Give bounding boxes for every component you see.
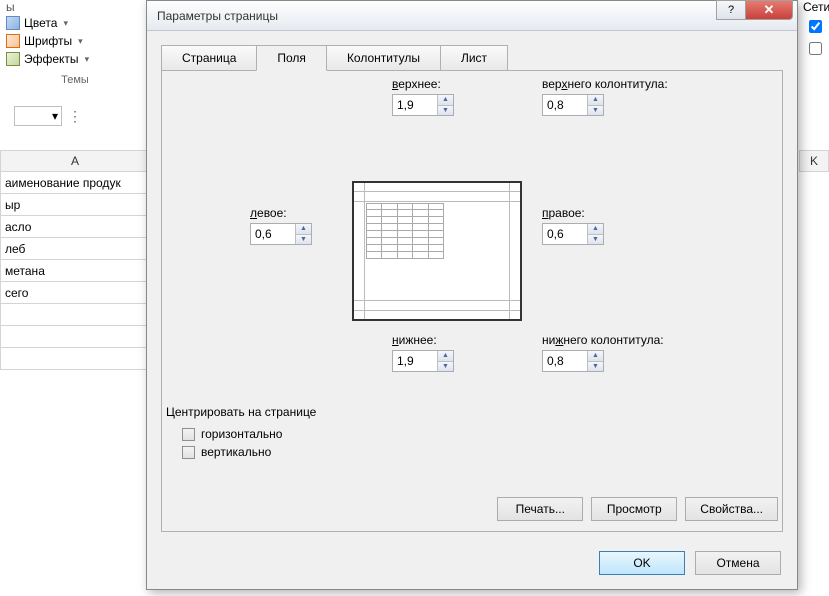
bottom-margin-spinner[interactable]: ▲▼ bbox=[392, 350, 454, 372]
spinner-down-icon[interactable]: ▼ bbox=[438, 362, 453, 372]
center-on-page-title: Центрировать на странице bbox=[166, 405, 316, 419]
colors-icon bbox=[6, 16, 20, 30]
cell[interactable]: леб bbox=[0, 238, 150, 260]
spinner-up-icon[interactable]: ▲ bbox=[588, 351, 603, 362]
cell[interactable]: метана bbox=[0, 260, 150, 282]
gridlines-print-checkbox[interactable] bbox=[805, 39, 829, 58]
effects-icon bbox=[6, 52, 20, 66]
cell[interactable] bbox=[0, 304, 150, 326]
top-margin-field: вверхнее:ерхнее: ▲▼ bbox=[392, 77, 454, 116]
top-margin-input[interactable] bbox=[393, 95, 437, 115]
chevron-down-icon: ▾ bbox=[85, 54, 90, 65]
header-margin-input[interactable] bbox=[543, 95, 587, 115]
ribbon-leftover-text: ы bbox=[0, 0, 150, 14]
spinner-up-icon[interactable]: ▲ bbox=[296, 224, 311, 235]
left-margin-spinner[interactable]: ▲▼ bbox=[250, 223, 312, 245]
spinner-up-icon[interactable]: ▲ bbox=[588, 224, 603, 235]
dialog-title: Параметры страницы bbox=[157, 9, 278, 23]
spinner-up-icon[interactable]: ▲ bbox=[438, 351, 453, 362]
tab-page[interactable]: Страница bbox=[161, 45, 257, 71]
top-margin-label: вверхнее:ерхнее: bbox=[392, 77, 454, 91]
header-margin-spinner[interactable]: ▲▼ bbox=[542, 94, 604, 116]
preview-button[interactable]: Просмотр bbox=[591, 497, 677, 521]
left-margin-label: левое: bbox=[250, 206, 312, 220]
close-button[interactable]: ✕ bbox=[745, 0, 793, 20]
fonts-label: Шрифты bbox=[24, 34, 72, 48]
column-header-a[interactable]: A bbox=[0, 150, 150, 172]
right-margin-spinner[interactable]: ▲▼ bbox=[542, 223, 604, 245]
tab-margins[interactable]: Поля bbox=[256, 45, 327, 71]
cell[interactable] bbox=[0, 348, 150, 370]
fonts-dropdown[interactable]: Шрифты ▾ bbox=[0, 32, 150, 50]
top-margin-spinner[interactable]: ▲▼ bbox=[392, 94, 454, 116]
checkbox-icon bbox=[182, 428, 195, 441]
dialog-tabs: Страница Поля Колонтитулы Лист bbox=[161, 45, 797, 71]
effects-label: Эффекты bbox=[24, 52, 79, 66]
worksheet-left-column: A аименование продук ыр асло леб метана … bbox=[0, 150, 150, 370]
ribbon-themes-group: ы Цвета ▾ Шрифты ▾ Эффекты ▾ Темы ▾ ⋮ bbox=[0, 0, 150, 126]
center-vertical-label: вертикально bbox=[201, 445, 271, 459]
fonts-icon bbox=[6, 34, 20, 48]
ribbon-small-dropdown[interactable]: ▾ ⋮ bbox=[14, 106, 150, 126]
effects-dropdown[interactable]: Эффекты ▾ bbox=[0, 50, 150, 68]
center-horizontal-checkbox[interactable]: горизонтально bbox=[182, 427, 316, 441]
cancel-button[interactable]: Отмена bbox=[695, 551, 781, 575]
chevron-down-icon: ▾ bbox=[63, 18, 68, 29]
dialog-footer-buttons: OK Отмена bbox=[599, 551, 781, 575]
column-header-k[interactable]: K bbox=[799, 150, 829, 172]
right-margin-field: правое: ▲▼ bbox=[542, 206, 604, 245]
right-margin-label: правое: bbox=[542, 206, 604, 220]
print-button[interactable]: Печать... bbox=[497, 497, 583, 521]
bottom-margin-input[interactable] bbox=[393, 351, 437, 371]
ok-button[interactable]: OK bbox=[599, 551, 685, 575]
gridlines-label: Сети bbox=[799, 0, 829, 14]
panel-action-buttons: Печать... Просмотр Свойства... bbox=[497, 497, 778, 521]
tab-headers-footers[interactable]: Колонтитулы bbox=[326, 45, 441, 71]
page-setup-dialog: Параметры страницы ? ✕ Страница Поля Кол… bbox=[146, 0, 798, 590]
options-button[interactable]: Свойства... bbox=[685, 497, 778, 521]
bottom-margin-field: нижнее: ▲▼ bbox=[392, 333, 454, 372]
center-on-page-section: Центрировать на странице горизонтально в… bbox=[166, 405, 316, 463]
left-margin-field: левое: ▲▼ bbox=[250, 206, 312, 245]
footer-margin-input[interactable] bbox=[543, 351, 587, 371]
cell[interactable]: сего bbox=[0, 282, 150, 304]
footer-margin-spinner[interactable]: ▲▼ bbox=[542, 350, 604, 372]
spinner-down-icon[interactable]: ▼ bbox=[296, 235, 311, 245]
footer-margin-field: нижнего колонтитула: ▲▼ bbox=[542, 333, 664, 372]
tab-sheet[interactable]: Лист bbox=[440, 45, 508, 71]
gridlines-view-checkbox[interactable] bbox=[805, 17, 829, 36]
cell[interactable] bbox=[0, 326, 150, 348]
chevron-down-icon: ▾ bbox=[52, 109, 58, 123]
help-button[interactable]: ? bbox=[716, 0, 746, 20]
header-margin-field: верхнего колонтитула: ▲▼ bbox=[542, 77, 668, 116]
colors-dropdown[interactable]: Цвета ▾ bbox=[0, 14, 150, 32]
cell[interactable]: ыр bbox=[0, 194, 150, 216]
ribbon-gridlines-group: Сети bbox=[799, 0, 829, 61]
preview-mini-grid bbox=[366, 203, 444, 265]
cell[interactable]: асло bbox=[0, 216, 150, 238]
dialog-titlebar[interactable]: Параметры страницы ? ✕ bbox=[147, 1, 797, 31]
center-vertical-checkbox[interactable]: вертикально bbox=[182, 445, 316, 459]
spinner-down-icon[interactable]: ▼ bbox=[588, 235, 603, 245]
spinner-up-icon[interactable]: ▲ bbox=[438, 95, 453, 106]
right-margin-input[interactable] bbox=[543, 224, 587, 244]
header-margin-label: верхнего колонтитула: bbox=[542, 77, 668, 91]
page-preview bbox=[352, 181, 522, 321]
spinner-up-icon[interactable]: ▲ bbox=[588, 95, 603, 106]
cell[interactable]: аименование продук bbox=[0, 172, 150, 194]
checkbox-icon bbox=[182, 446, 195, 459]
themes-group-label: Темы bbox=[0, 74, 150, 86]
center-horizontal-label: горизонтально bbox=[201, 427, 282, 441]
ellipsis-icon: ⋮ bbox=[68, 108, 82, 125]
spinner-down-icon[interactable]: ▼ bbox=[438, 106, 453, 116]
bottom-margin-label: нижнее: bbox=[392, 333, 454, 347]
colors-label: Цвета bbox=[24, 16, 57, 30]
spinner-down-icon[interactable]: ▼ bbox=[588, 106, 603, 116]
left-margin-input[interactable] bbox=[251, 224, 295, 244]
spinner-down-icon[interactable]: ▼ bbox=[588, 362, 603, 372]
margins-panel: вверхнее:ерхнее: ▲▼ верхнего колонтитула… bbox=[161, 70, 783, 532]
footer-margin-label: нижнего колонтитула: bbox=[542, 333, 664, 347]
chevron-down-icon: ▾ bbox=[78, 36, 83, 47]
